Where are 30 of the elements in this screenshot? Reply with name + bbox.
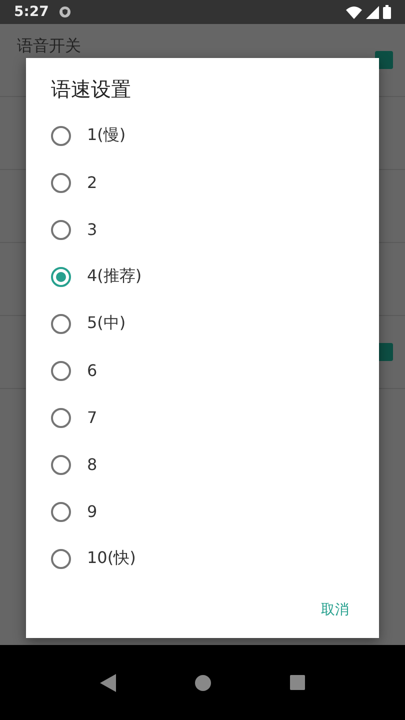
shield-icon: [58, 6, 71, 18]
option-label[interactable]: 9: [87, 502, 98, 521]
option-label[interactable]: 10(快): [87, 548, 136, 569]
option-label[interactable]: 7: [87, 408, 98, 427]
status-time: 5:27: [14, 4, 49, 20]
option-label[interactable]: 2: [87, 173, 98, 192]
radio-button[interactable]: [51, 408, 71, 428]
option-label[interactable]: 3: [87, 220, 98, 239]
option-label[interactable]: 1(慢): [87, 125, 126, 146]
wifi-icon: [346, 6, 362, 18]
option-label[interactable]: 5(中): [87, 313, 126, 334]
radio-button[interactable]: [51, 314, 71, 334]
radio-button[interactable]: [51, 548, 71, 568]
setting-title: 语音开关: [17, 36, 81, 56]
radio-button[interactable]: [51, 126, 71, 146]
back-icon[interactable]: [100, 674, 116, 692]
signal-icon: [366, 6, 379, 18]
option-label[interactable]: 8: [87, 455, 98, 474]
recents-icon[interactable]: [290, 675, 306, 690]
option-label[interactable]: 4(推荐): [87, 266, 142, 287]
home-icon[interactable]: [194, 674, 211, 690]
radio-button[interactable]: [51, 360, 71, 380]
radio-button[interactable]: [51, 266, 71, 286]
option-label[interactable]: 6: [87, 361, 98, 380]
radio-button[interactable]: [51, 502, 71, 522]
radio-button[interactable]: [51, 454, 71, 474]
battery-icon: [383, 5, 391, 19]
dialog-title: 语速设置: [51, 76, 131, 103]
radio-button[interactable]: [51, 172, 71, 192]
radio-button[interactable]: [51, 220, 71, 240]
